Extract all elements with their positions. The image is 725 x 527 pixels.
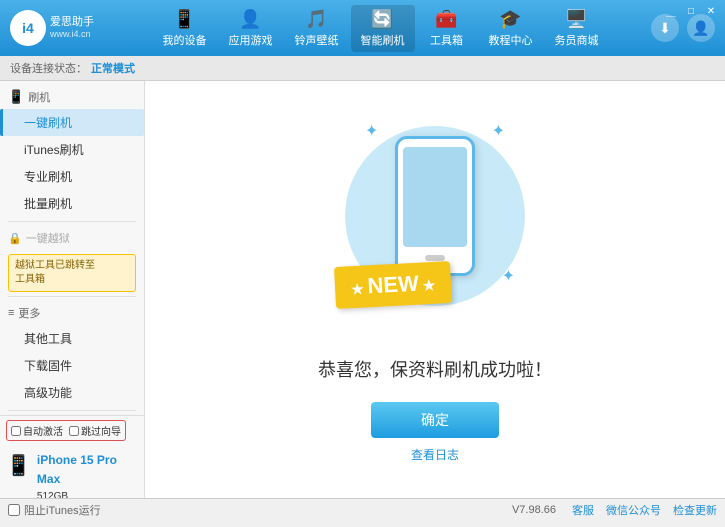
nav-business[interactable]: 🖥️ 务员商城 bbox=[545, 5, 609, 52]
header-right: ⬇ 👤 bbox=[651, 14, 715, 42]
customer-service-link[interactable]: 客服 bbox=[572, 502, 594, 518]
sidebar-item-one-key-flash[interactable]: 一键刷机 bbox=[0, 109, 144, 136]
block-itunes-checkbox[interactable] bbox=[8, 504, 20, 516]
logo-text: 爱思助手 www.i4.cn bbox=[50, 15, 94, 41]
close-button[interactable]: ✕ bbox=[703, 4, 719, 18]
sidebar-section-jailbreak: 🔒 一键越狱 越狱工具已跳转至 工具箱 bbox=[0, 226, 144, 292]
sidebar-item-batch-flash[interactable]: 批量刷机 bbox=[0, 190, 144, 217]
more-icon: ≡ bbox=[8, 307, 14, 319]
phone-body bbox=[395, 136, 475, 276]
confirm-button[interactable]: 确定 bbox=[371, 402, 499, 438]
sidebar-divider-3 bbox=[8, 410, 136, 411]
maximize-button[interactable]: □ bbox=[683, 4, 699, 18]
business-icon: 🖥️ bbox=[565, 9, 587, 30]
auto-activate-checkbox[interactable] bbox=[11, 426, 21, 436]
main-layout: 📱 刷机 一键刷机 iTunes刷机 专业刷机 批量刷机 🔒 一键越狱 越狱工具… bbox=[0, 81, 725, 498]
wechat-link[interactable]: 微信公众号 bbox=[606, 502, 661, 518]
sidebar-item-itunes-flash[interactable]: iTunes刷机 bbox=[0, 136, 144, 163]
auto-options-container: 自动激活 跳过向导 bbox=[6, 420, 126, 441]
app-logo: i4 爱思助手 www.i4.cn bbox=[10, 10, 110, 46]
version-label: V7.98.66 bbox=[512, 504, 556, 516]
status-bar: 设备连接状态： 正常模式 bbox=[0, 56, 725, 81]
nav-bar: 📱 我的设备 👤 应用游戏 🎵 铃声壁纸 🔄 智能刷机 🧰 工具箱 🎓 bbox=[110, 5, 651, 52]
device-panel: 自动激活 跳过向导 📱 iPhone 15 Pro Max 512GB iPho… bbox=[0, 415, 144, 498]
nav-tutorials[interactable]: 🎓 教程中心 bbox=[479, 5, 543, 52]
success-message: 恭喜您，保资料刷机成功啦！ bbox=[318, 356, 552, 382]
phone-screen bbox=[403, 147, 467, 247]
sidebar-item-advanced[interactable]: 高级功能 bbox=[0, 379, 144, 406]
sidebar: 📱 刷机 一键刷机 iTunes刷机 专业刷机 批量刷机 🔒 一键越狱 越狱工具… bbox=[0, 81, 145, 498]
sparkle3-icon: ✦ bbox=[502, 266, 515, 286]
new-badge: NEW bbox=[334, 261, 452, 309]
sidebar-divider-1 bbox=[8, 221, 136, 222]
nav-toolbox[interactable]: 🧰 工具箱 bbox=[417, 5, 477, 52]
nav-smart-flash[interactable]: 🔄 智能刷机 bbox=[351, 5, 415, 52]
toolbox-icon: 🧰 bbox=[435, 9, 457, 30]
sidebar-item-pro-flash[interactable]: 专业刷机 bbox=[0, 163, 144, 190]
phone-home-button bbox=[425, 255, 445, 261]
user-button[interactable]: 👤 bbox=[687, 14, 715, 42]
block-itunes-label: 阻止iTunes运行 bbox=[24, 502, 101, 518]
apps-icon: 👤 bbox=[239, 9, 261, 30]
guided-activation-option[interactable]: 跳过向导 bbox=[69, 423, 121, 438]
sidebar-flash-header: 📱 刷机 bbox=[0, 85, 144, 109]
device-info: 📱 iPhone 15 Pro Max 512GB iPhone bbox=[6, 451, 138, 498]
view-log-link[interactable]: 查看日志 bbox=[411, 446, 459, 463]
device-phone-icon: 📱 bbox=[6, 453, 31, 478]
sidebar-item-other-tools[interactable]: 其他工具 bbox=[0, 325, 144, 352]
nav-apps-games[interactable]: 👤 应用游戏 bbox=[219, 5, 283, 52]
device-storage: 512GB bbox=[37, 489, 138, 498]
sidebar-item-download-firmware[interactable]: 下载固件 bbox=[0, 352, 144, 379]
sidebar-more-header: ≡ 更多 bbox=[0, 301, 144, 325]
nav-ringtones[interactable]: 🎵 铃声壁纸 bbox=[285, 5, 349, 52]
check-update-link[interactable]: 检查更新 bbox=[673, 502, 717, 518]
sidebar-divider-2 bbox=[8, 296, 136, 297]
itunes-bar: 阻止iTunes运行 V7.98.66 客服 微信公众号 检查更新 bbox=[0, 498, 725, 520]
device-details: iPhone 15 Pro Max 512GB iPhone bbox=[37, 451, 138, 498]
sidebar-notice: 越狱工具已跳转至 工具箱 bbox=[8, 254, 136, 292]
lock-icon: 🔒 bbox=[8, 232, 22, 245]
minimize-button[interactable]: ＿ bbox=[663, 4, 679, 18]
sidebar-section-more: ≡ 更多 其他工具 下载固件 高级功能 bbox=[0, 301, 144, 406]
ringtone-icon: 🎵 bbox=[305, 9, 327, 30]
sidebar-jailbreak-header: 🔒 一键越狱 bbox=[0, 226, 144, 250]
nav-my-device[interactable]: 📱 我的设备 bbox=[153, 5, 217, 52]
device-icon: 📱 bbox=[173, 9, 195, 30]
sidebar-section-flash: 📱 刷机 一键刷机 iTunes刷机 专业刷机 批量刷机 bbox=[0, 85, 144, 217]
guided-activation-checkbox[interactable] bbox=[69, 426, 79, 436]
flash-icon: 🔄 bbox=[371, 9, 393, 30]
auto-activate-option[interactable]: 自动激活 bbox=[11, 423, 63, 438]
sparkle1-icon: ✦ bbox=[365, 121, 378, 141]
sparkle2-icon: ✦ bbox=[492, 121, 505, 141]
logo-circle: i4 bbox=[10, 10, 46, 46]
main-content: ✦ ✦ ✦ NEW 恭喜您，保资料刷机成功啦！ 确定 查看日志 bbox=[145, 81, 725, 498]
phone-illustration: ✦ ✦ ✦ NEW bbox=[335, 116, 535, 336]
tutorial-icon: 🎓 bbox=[499, 9, 521, 30]
device-name: iPhone 15 Pro Max bbox=[37, 451, 138, 489]
app-header: i4 爱思助手 www.i4.cn 📱 我的设备 👤 应用游戏 🎵 铃声壁纸 🔄… bbox=[0, 0, 725, 56]
flash-section-icon: 📱 bbox=[8, 89, 24, 105]
